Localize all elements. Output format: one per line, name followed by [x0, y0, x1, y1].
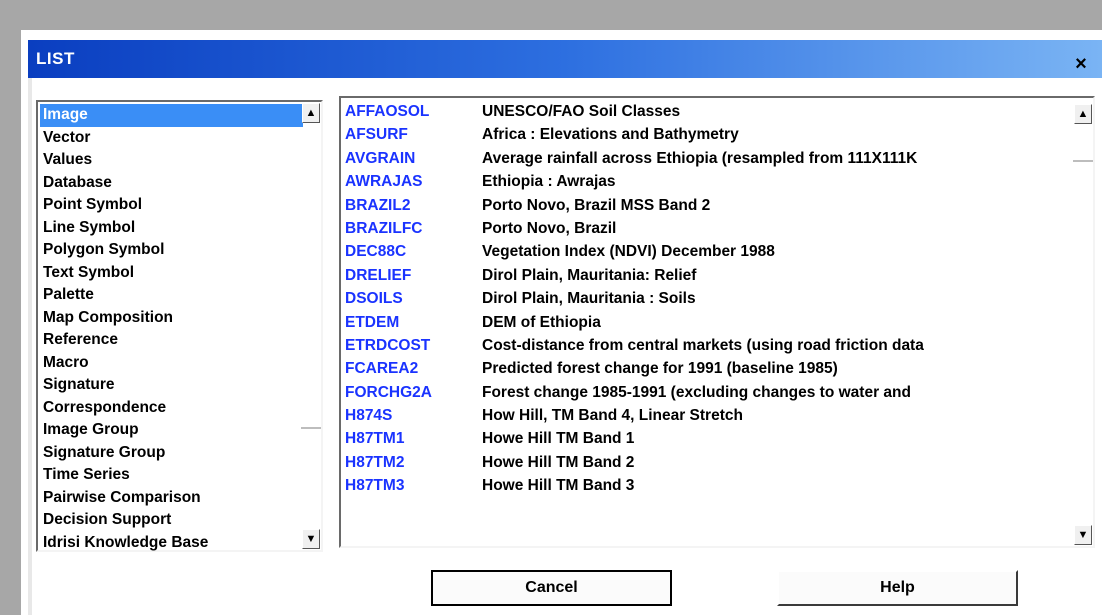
file-list-row[interactable]: H87TM1 Howe Hill TM Band 1 — [345, 427, 1061, 450]
file-list-row[interactable]: H87TM2 Howe Hill TM Band 2 — [345, 451, 1061, 474]
file-name: AVGRAIN — [345, 149, 416, 167]
type-list-item[interactable]: Pairwise Comparison — [40, 487, 303, 510]
file-name: ETRDCOST — [345, 336, 431, 354]
file-list-row[interactable]: FORCHG2A Forest change 1985-1991 (excludi… — [345, 381, 1061, 404]
file-list-row[interactable]: DRELIEF Dirol Plain, Mauritania: Relief — [345, 264, 1061, 287]
type-list-item[interactable]: Text Symbol — [40, 262, 303, 285]
file-name: H87TM2 — [345, 453, 405, 471]
title-bar[interactable]: LIST × — [28, 40, 1102, 78]
dialog-left-edge — [28, 78, 32, 615]
file-list-row[interactable]: H87TM3 Howe Hill TM Band 3 — [345, 474, 1061, 497]
file-description: Ethiopia : Awrajas — [482, 173, 616, 191]
type-list-item[interactable]: Values — [40, 149, 303, 172]
file-description: Porto Novo, Brazil MSS Band 2 — [482, 196, 711, 214]
file-name: DEC88C — [345, 243, 407, 261]
type-list-item[interactable]: Time Series — [40, 464, 303, 487]
file-description: Average rainfall across Ethiopia (resamp… — [482, 149, 918, 167]
type-list-item[interactable]: Idrisi Knowledge Base — [40, 532, 303, 555]
file-description: UNESCO/FAO Soil Classes — [482, 103, 681, 120]
file-description: Porto Novo, Brazil — [482, 219, 617, 237]
scroll-thumb[interactable] — [301, 427, 321, 429]
file-description: DEM of Ethiopia — [482, 313, 601, 331]
type-list-item[interactable]: Map Composition — [40, 307, 303, 330]
file-name: H87TM1 — [345, 430, 405, 448]
file-list: AFFAOSOL UNESCO/FAO Soil Classes AFSURF Afr… — [345, 100, 1061, 498]
file-description: Forest change 1985-1991 (excluding chang… — [482, 383, 911, 401]
file-name: H874S — [345, 407, 393, 425]
file-name: H87TM3 — [345, 477, 405, 495]
file-description: How Hill, TM Band 4, Linear Stretch — [482, 407, 743, 425]
file-description: Howe Hill TM Band 3 — [482, 477, 635, 495]
file-name: FORCHG2A — [345, 383, 432, 401]
type-list-item[interactable]: Correspondence — [40, 397, 303, 420]
file-type-listbox[interactable]: Image Vector Values Database Point Symbol Lin… — [36, 100, 323, 552]
file-listbox[interactable]: AFFAOSOL UNESCO/FAO Soil Classes AFSURF Afr… — [339, 96, 1095, 548]
file-name: DRELIEF — [345, 266, 412, 284]
file-list-row[interactable]: DSOILS Dirol Plain, Mauritania : Soils — [345, 287, 1061, 310]
file-list-row[interactable]: AFSURF Africa : Elevations and Bathymetry — [345, 123, 1061, 146]
file-type-list: Image Vector Values Database Point Symbol Lin… — [40, 104, 303, 554]
type-list-item[interactable]: Vector — [40, 127, 303, 150]
type-list-item[interactable]: Database — [40, 172, 303, 195]
scroll-down-icon[interactable]: ▼ — [1074, 525, 1092, 545]
file-list-row[interactable]: FCAREA2 Predicted forest change for 1991 … — [345, 357, 1061, 380]
close-icon[interactable]: × — [1071, 50, 1091, 78]
type-list-item[interactable]: Polygon Symbol — [40, 239, 303, 262]
file-list-row[interactable]: BRAZIL2 Porto Novo, Brazil MSS Band 2 — [345, 194, 1061, 217]
file-list-row[interactable]: ETDEM DEM of Ethiopia — [345, 311, 1061, 334]
scroll-up-icon[interactable]: ▲ — [302, 103, 320, 123]
type-list-item[interactable]: Line Symbol — [40, 217, 303, 240]
type-list-item[interactable]: Signature — [40, 374, 303, 397]
scroll-up-icon[interactable]: ▲ — [1074, 104, 1092, 124]
file-description: Cost-distance from central markets (usin… — [482, 336, 924, 354]
file-name: FCAREA2 — [345, 360, 419, 378]
file-name: BRAZILFC — [345, 219, 423, 237]
scroll-thumb[interactable] — [1073, 160, 1093, 162]
file-list-row[interactable]: DEC88C Vegetation Index (NDVI) December 1… — [345, 240, 1061, 263]
cancel-button[interactable]: Cancel — [431, 570, 672, 606]
file-list-row[interactable]: ETRDCOST Cost-distance from central marke… — [345, 334, 1061, 357]
file-name: AFSURF — [345, 126, 408, 144]
type-list-item[interactable]: Decision Support — [40, 509, 303, 532]
type-list-item[interactable]: Palette — [40, 284, 303, 307]
type-list-item[interactable]: Macro — [40, 352, 303, 375]
type-list-item[interactable]: Image — [40, 104, 303, 127]
file-description: Howe Hill TM Band 1 — [482, 430, 635, 448]
file-description: Howe Hill TM Band 2 — [482, 453, 635, 471]
type-list-item[interactable]: Image Group — [40, 419, 303, 442]
file-list-row[interactable]: H874S How Hill, TM Band 4, Linear Stretch — [345, 404, 1061, 427]
type-list-item[interactable]: Point Symbol — [40, 194, 303, 217]
scroll-down-icon[interactable]: ▼ — [302, 529, 320, 549]
file-name: DSOILS — [345, 290, 403, 308]
file-list-row[interactable]: AVGRAIN Average rainfall across Ethiopia … — [345, 147, 1061, 170]
file-list-row[interactable]: BRAZILFC Porto Novo, Brazil — [345, 217, 1061, 240]
file-list-row[interactable]: AFFAOSOL UNESCO/FAO Soil Classes — [345, 100, 1061, 123]
file-description: Africa : Elevations and Bathymetry — [482, 126, 739, 144]
file-list-scrollbar[interactable]: ▲ ▼ — [1073, 98, 1093, 546]
file-description: Dirol Plain, Mauritania : Soils — [482, 290, 696, 308]
file-name: BRAZIL2 — [345, 196, 411, 214]
file-name: AFFAOSOL — [345, 103, 430, 120]
type-list-item[interactable]: Reference — [40, 329, 303, 352]
type-list-item[interactable]: Signature Group — [40, 442, 303, 465]
help-button[interactable]: Help — [777, 570, 1018, 606]
file-name: AWRAJAS — [345, 173, 423, 191]
file-description: Predicted forest change for 1991 (baseli… — [482, 360, 838, 378]
file-description: Vegetation Index (NDVI) December 1988 — [482, 243, 775, 261]
file-type-scrollbar[interactable]: ▲ ▼ — [301, 102, 321, 550]
file-list-row[interactable]: AWRAJAS Ethiopia : Awrajas — [345, 170, 1061, 193]
window-title: LIST — [36, 49, 75, 68]
file-name: ETDEM — [345, 313, 400, 331]
file-description: Dirol Plain, Mauritania: Relief — [482, 266, 697, 284]
